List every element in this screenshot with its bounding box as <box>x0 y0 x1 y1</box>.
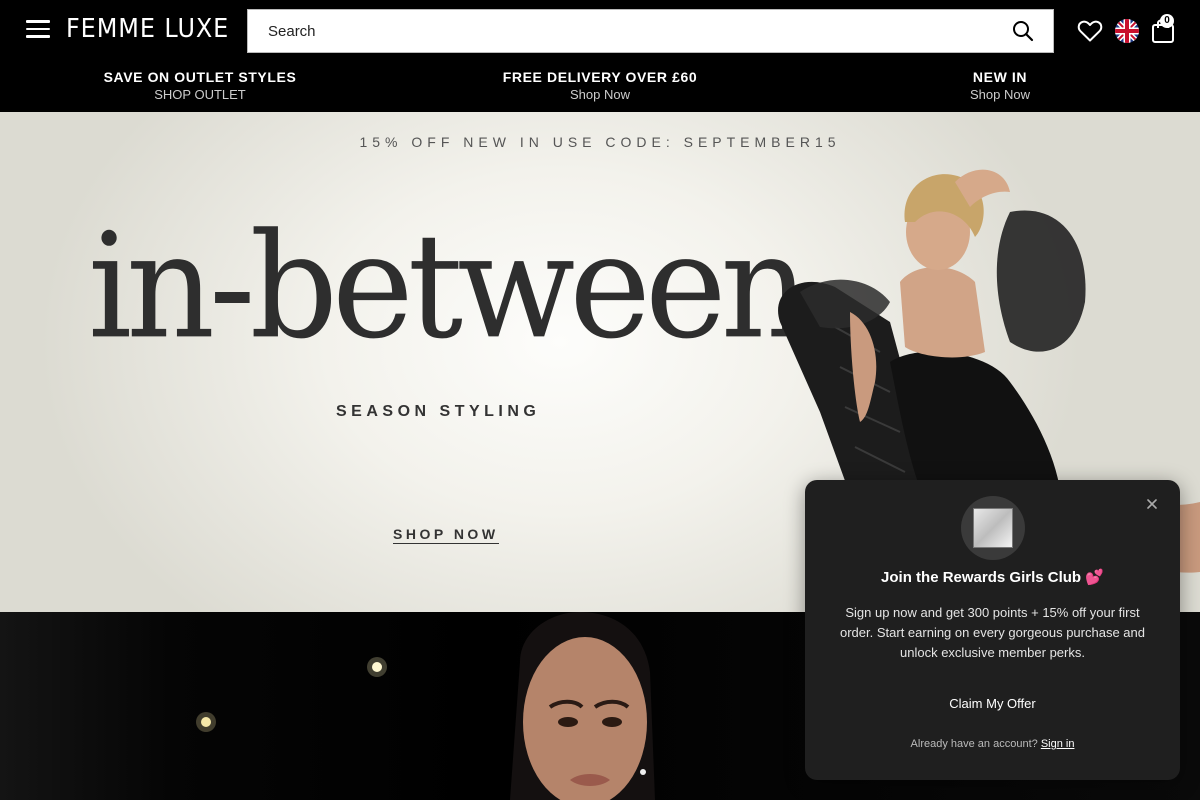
promo-link[interactable]: Shop Now <box>400 87 800 102</box>
promo-title: SAVE ON OUTLET STYLES <box>103 69 297 85</box>
close-icon[interactable] <box>1144 496 1160 512</box>
site-logo[interactable]: FEMME LUXE <box>66 14 229 44</box>
rewards-logo-avatar <box>961 496 1025 560</box>
menu-icon[interactable] <box>26 20 50 42</box>
promo-title: NEW IN <box>972 69 1028 85</box>
search-icon[interactable] <box>1011 19 1035 43</box>
page: FEMME LUXE 0 SAVE ON OUTLET STYLES <box>0 0 1200 800</box>
account-prompt: Already have an account? <box>910 738 1038 750</box>
shop-now-link[interactable]: SHOP NOW <box>393 526 499 544</box>
popup-description: Sign up now and get 300 points + 15% off… <box>840 605 1145 660</box>
promo-link[interactable]: SHOP OUTLET <box>0 87 400 102</box>
claim-offer-button[interactable]: Claim My Offer <box>831 692 1154 716</box>
uk-flag-icon[interactable] <box>1115 19 1139 43</box>
hero-subtitle: SEASON STYLING <box>336 403 541 420</box>
promo-link[interactable]: Shop Now <box>800 87 1200 102</box>
popup-footer: Already have an account? Sign in <box>805 738 1180 750</box>
heart-icon[interactable] <box>1077 19 1103 43</box>
promo-title: FREE DELIVERY OVER £60 <box>502 69 698 85</box>
search-input[interactable] <box>248 10 968 52</box>
promo-delivery[interactable]: FREE DELIVERY OVER £60 Shop Now <box>400 69 800 102</box>
promo-code-line: 15% OFF NEW IN USE CODE: SEPTEMBER15 <box>359 134 841 150</box>
promo-bar: SAVE ON OUTLET STYLES SHOP OUTLET FREE D… <box>0 62 1200 112</box>
promo-new-in[interactable]: NEW IN Shop Now <box>800 69 1200 102</box>
hero-title: in-between <box>88 201 809 371</box>
banner-model-image <box>510 612 655 800</box>
cart-count-badge: 0 <box>1160 14 1174 28</box>
popup-title: Join the Rewards Girls Club 💕 <box>881 569 1104 586</box>
rewards-popup: Join the Rewards Girls Club 💕 Sign up no… <box>805 480 1180 780</box>
sign-in-link[interactable]: Sign in <box>1041 738 1075 750</box>
search-bar <box>247 9 1054 53</box>
promo-outlet[interactable]: SAVE ON OUTLET STYLES SHOP OUTLET <box>0 69 400 102</box>
site-header: FEMME LUXE 0 <box>0 0 1200 62</box>
